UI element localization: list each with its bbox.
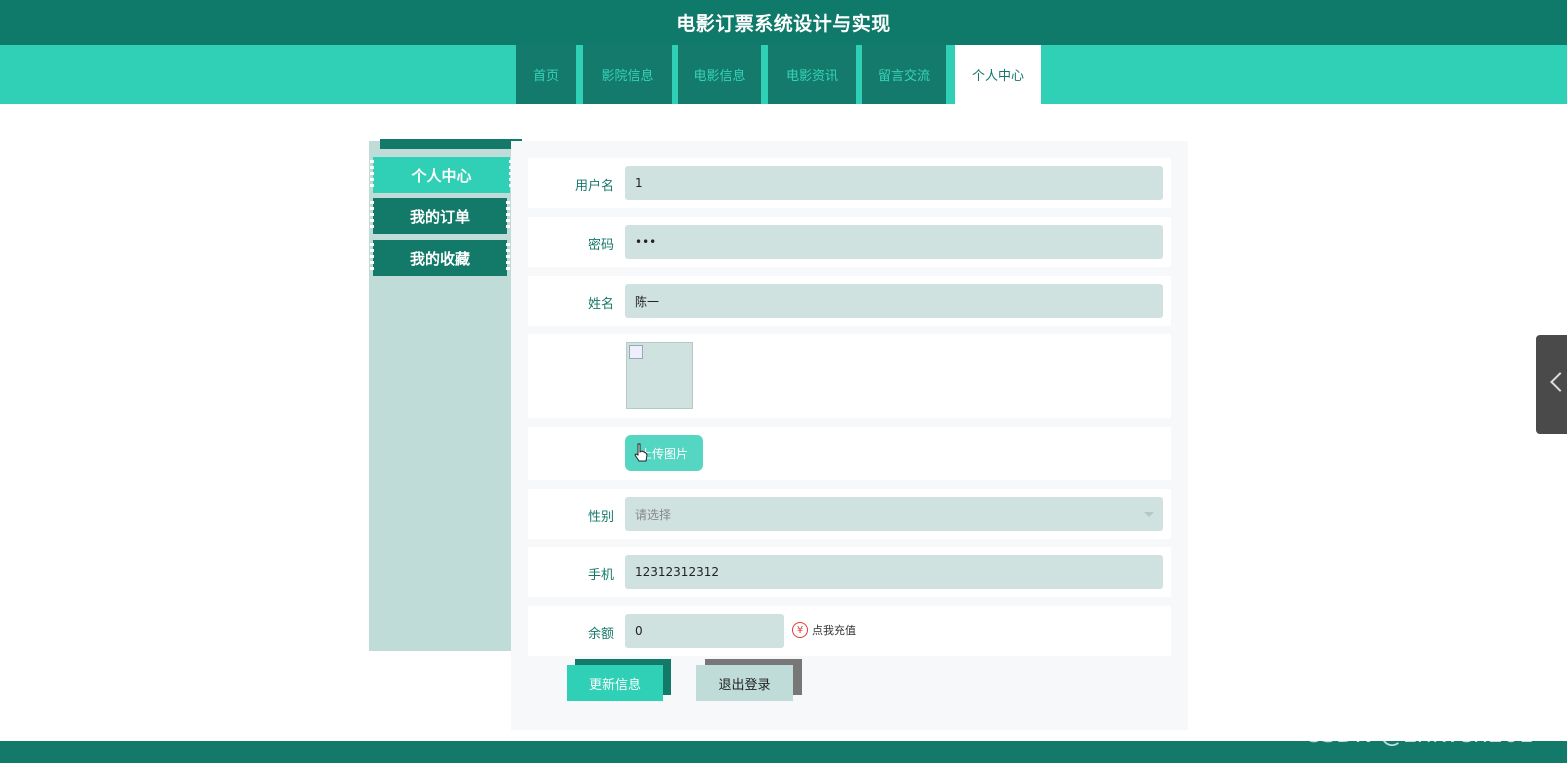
password-label: 密码 [587,238,614,253]
sidebar-item-personal-center[interactable]: 个人中心 [370,157,513,193]
phone-label: 手机 [587,568,614,583]
form-row-username: 用户名 1 [528,158,1171,208]
broken-image-icon [629,345,643,359]
form-row-phone: 手机 12312312312 [528,547,1171,597]
nav-cinema-info[interactable]: 影院信息 [583,45,672,104]
nav-home[interactable]: 首页 [516,45,576,104]
hand-pointer-icon [634,443,648,462]
form-row-upload: 上传图片 [528,427,1171,480]
name-label: 姓名 [587,297,614,312]
chevron-left-icon [1550,372,1567,392]
name-input[interactable]: 陈一 [625,284,1163,318]
sidebar-item-my-orders[interactable]: 我的订单 [370,198,510,234]
balance-label: 余额 [587,627,614,642]
watermark: CSDN @zhiwen201 [1304,720,1534,748]
gender-select[interactable]: 请选择 [625,497,1163,531]
gender-select-placeholder: 请选择 [635,507,672,522]
sidebar-cap [380,139,522,149]
form-row-gender: 性别 请选择 [528,489,1171,539]
form-row-balance: 余额 0 ¥ 点我充值 [528,606,1171,656]
gender-label: 性别 [587,510,614,525]
password-input[interactable]: ••• [625,225,1163,259]
nav-movie-news[interactable]: 电影资讯 [768,45,856,104]
side-toggle-tab[interactable] [1536,335,1567,434]
username-input[interactable]: 1 [625,166,1163,200]
avatar-image [626,342,693,409]
update-info-button[interactable]: 更新信息 [567,665,663,701]
form-row-avatar [528,334,1171,418]
form-row-password: 密码 ••• [528,217,1171,267]
site-title: 电影订票系统设计与实现 [676,13,891,35]
header-bar: 电影订票系统设计与实现 [0,0,1567,45]
yen-icon: ¥ [792,622,808,638]
recharge-label: 点我充值 [812,624,856,637]
balance-input: 0 [625,614,784,648]
sidebar-item-my-favorites[interactable]: 我的收藏 [370,240,510,276]
form-row-name: 姓名 陈一 [528,276,1171,326]
username-label: 用户名 [574,179,614,194]
nav-personal-center[interactable]: 个人中心 [955,45,1041,104]
logout-button[interactable]: 退出登录 [696,665,793,701]
nav-message-board[interactable]: 留言交流 [862,45,946,104]
recharge-link[interactable]: ¥ 点我充值 [792,622,856,638]
upload-image-button[interactable]: 上传图片 [625,435,703,471]
main-nav: 首页 影院信息 电影信息 电影资讯 留言交流 个人中心 [0,45,1567,104]
chevron-down-icon [1144,512,1154,517]
nav-movie-info[interactable]: 电影信息 [678,45,761,104]
phone-input[interactable]: 12312312312 [625,555,1163,589]
